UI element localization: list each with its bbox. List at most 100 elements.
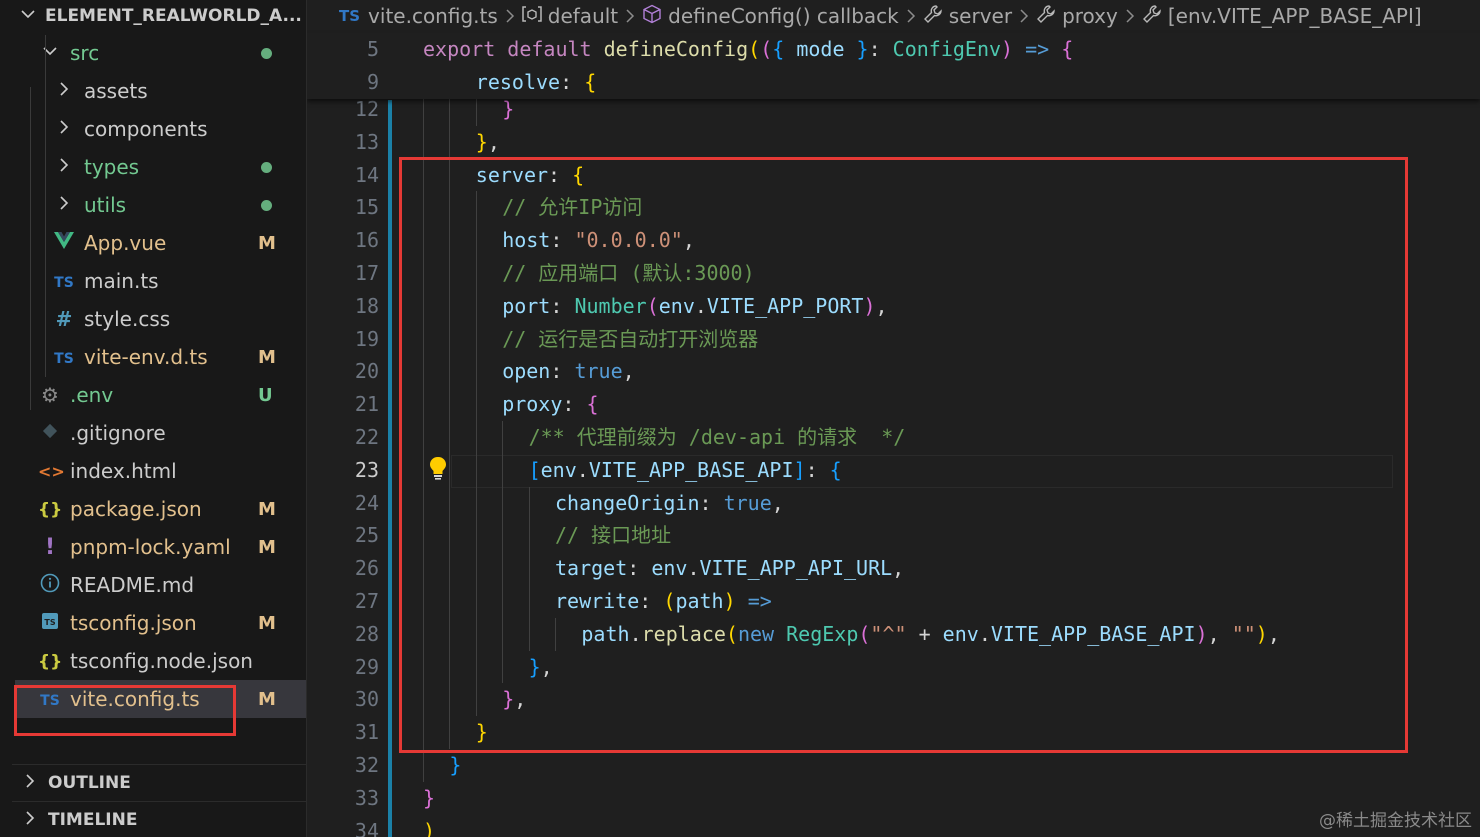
line-number: 28: [354, 621, 379, 646]
git-status-dot: [261, 48, 272, 59]
tree-item-label: .gitignore: [70, 421, 166, 445]
breadcrumb-label: defineConfig() callback: [668, 4, 899, 28]
line-number: 5: [366, 37, 379, 61]
code-text[interactable]: }: [449, 749, 461, 782]
ts-icon: TS: [54, 274, 74, 291]
git-status-badge: M: [258, 536, 276, 558]
tree-item-label: style.css: [84, 307, 171, 331]
line-number: 22: [354, 425, 379, 449]
line-number: 13: [354, 129, 379, 154]
git-modified-gutter: [388, 100, 392, 837]
highlight-box-server-config: [399, 157, 1408, 753]
line-number: 19: [354, 326, 379, 351]
tree-file-package-json[interactable]: {} package.json M: [0, 490, 306, 528]
line-number: 16: [354, 228, 379, 253]
explorer-root-label: ELEMENT_REALWORLD_A...: [45, 6, 302, 26]
code-text[interactable]: ): [423, 815, 435, 837]
line-number: 15: [354, 195, 379, 220]
chevron-down-icon: [38, 43, 62, 64]
tree-item-label: components: [84, 117, 208, 141]
tree-item-label: assets: [84, 79, 148, 103]
tree-item-label: types: [84, 155, 140, 179]
breadcrumb-chevron-icon: [905, 4, 917, 28]
breadcrumb-label: vite.config.ts: [368, 4, 498, 28]
chevron-right-icon: [22, 810, 38, 831]
tree-file--gitignore[interactable]: .gitignore: [0, 414, 306, 452]
chevron-right-icon: [52, 119, 76, 140]
breadcrumb-chevron-icon: [1124, 4, 1136, 28]
code-line-13[interactable]: 13},: [307, 126, 1480, 159]
tree-file-tsconfig-json[interactable]: TS tsconfig.json M: [0, 604, 306, 642]
line-number: 26: [354, 556, 379, 581]
breadcrumb-label: [env.VITE_APP_BASE_API]: [1167, 4, 1422, 28]
code-line-34[interactable]: 34): [307, 815, 1480, 837]
tree-item-label: index.html: [70, 459, 177, 483]
line-number: 27: [354, 589, 379, 613]
watermark: @稀土掘金技术社区: [1319, 811, 1472, 831]
code-text[interactable]: }: [423, 782, 435, 815]
chevron-right-icon: [52, 157, 76, 178]
ts-icon: TS: [54, 350, 74, 367]
info-icon: [38, 573, 62, 598]
hash-icon: #: [55, 307, 73, 331]
tree-item-label: utils: [84, 193, 127, 217]
code-editor[interactable]: TS vite.config.ts default defineConfig() ca…: [307, 0, 1480, 837]
timeline-label: TIMELINE: [48, 810, 138, 830]
timeline-section-header[interactable]: TIMELINE: [12, 801, 306, 837]
breadcrumb-label: proxy: [1062, 4, 1118, 28]
breadcrumb-item[interactable]: defineConfig() callback: [642, 4, 899, 29]
line-number: 23: [354, 457, 379, 482]
tree-file-readme-md[interactable]: README.md: [0, 566, 306, 604]
chevron-right-icon: [52, 81, 76, 102]
code-line-5[interactable]: 5 export default defineConfig(({ mode }: …: [307, 33, 1480, 66]
code-line-9[interactable]: 9 resolve: {: [307, 66, 1480, 99]
breadcrumb-chevron-icon: [624, 4, 636, 28]
git-status-badge: M: [258, 498, 276, 520]
code-text[interactable]: export default defineConfig(({ mode }: C…: [423, 33, 1073, 66]
line-number: 33: [354, 785, 379, 810]
chevron-right-icon: [52, 195, 76, 216]
cube-icon: [642, 4, 662, 29]
ts-icon: TS: [339, 7, 361, 25]
breadcrumb-item[interactable]: proxy: [1036, 4, 1118, 29]
breadcrumb-item[interactable]: default: [522, 4, 618, 28]
line-number: 30: [354, 687, 379, 712]
git-status-dot: [261, 200, 272, 211]
code-line-33[interactable]: 33}: [307, 782, 1480, 815]
tree-item-label: tsconfig.node.json: [70, 649, 253, 673]
breadcrumb-item[interactable]: vite.config.ts: [368, 4, 498, 28]
line-number: 24: [354, 490, 379, 515]
sticky-scroll[interactable]: 5 export default defineConfig(({ mode }: …: [307, 33, 1480, 99]
tree-file-index-html[interactable]: <> index.html: [0, 452, 306, 490]
line-number: 29: [354, 654, 379, 679]
line-number: 17: [354, 261, 379, 285]
breadcrumb-item[interactable]: server: [923, 4, 1012, 29]
breadcrumb: TS vite.config.ts default defineConfig() ca…: [307, 0, 1480, 32]
code-text[interactable]: resolve: {: [476, 66, 596, 99]
line-number: 14: [354, 162, 379, 187]
outline-section-header[interactable]: OUTLINE: [12, 764, 306, 801]
git-status-dot: [261, 162, 272, 173]
breadcrumb-label: default: [547, 4, 619, 28]
explorer-root-header[interactable]: ELEMENT_REALWORLD_A...: [0, 0, 306, 32]
exclamation-icon: !: [44, 534, 56, 560]
line-number: 32: [354, 753, 379, 777]
code-line-32[interactable]: 32}: [307, 749, 1480, 782]
tree-file--env[interactable]: ⚙ .env U: [0, 376, 306, 414]
highlight-box-vite-config: [14, 685, 236, 736]
chevron-right-icon: [22, 773, 38, 794]
git-icon: [38, 423, 62, 444]
line-number: 20: [354, 359, 379, 384]
json-icon: {}: [38, 651, 63, 672]
tree-file-tsconfig-node-json[interactable]: {} tsconfig.node.json: [0, 642, 306, 680]
git-status-badge: M: [258, 346, 276, 368]
breadcrumb-item[interactable]: [env.VITE_APP_BASE_API]: [1142, 4, 1422, 29]
line-number: 18: [354, 293, 379, 318]
line-number: 9: [366, 70, 379, 94]
code-text[interactable]: },: [476, 126, 500, 159]
line-number: 31: [354, 720, 379, 745]
tree-indent-guide: [45, 35, 46, 377]
wrench-icon: [923, 4, 943, 29]
tree-file-pnpm-lock-yaml[interactable]: ! pnpm-lock.yaml M: [0, 528, 306, 566]
line-number: 21: [354, 392, 379, 417]
